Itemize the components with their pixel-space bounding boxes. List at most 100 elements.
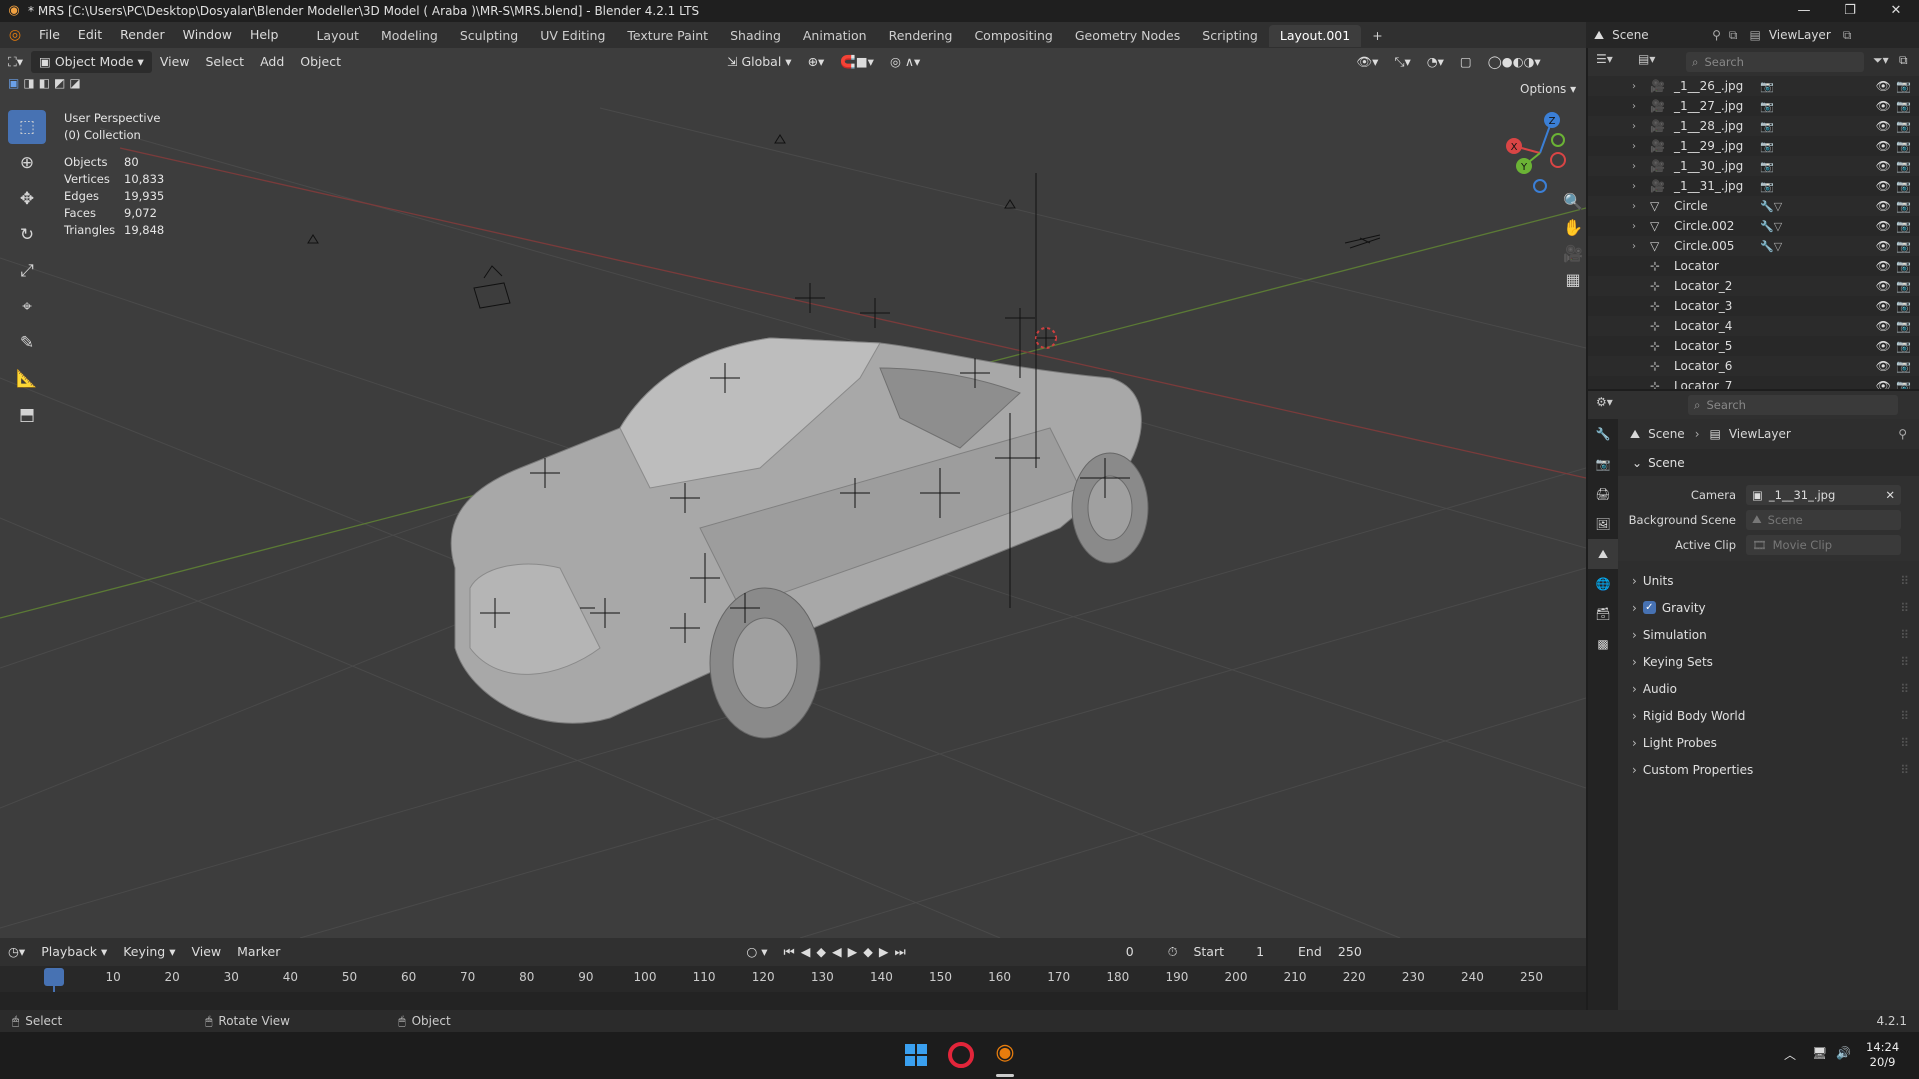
world-tab-icon[interactable]: 🌐 xyxy=(1588,569,1618,599)
maximize-button[interactable]: ❐ xyxy=(1827,0,1873,22)
xray-icon[interactable]: ▢ xyxy=(1452,51,1480,73)
options-dropdown[interactable]: Options ▾ xyxy=(1512,78,1584,100)
menu-help[interactable]: Help xyxy=(241,22,288,48)
expand-arrow-icon[interactable]: › xyxy=(1632,121,1646,132)
render-visibility-icon[interactable]: 📷 xyxy=(1896,199,1911,213)
expand-arrow-icon[interactable]: › xyxy=(1632,101,1646,112)
drag-handle-icon[interactable]: ⠿ xyxy=(1900,601,1909,615)
menu-object[interactable]: Object xyxy=(292,51,349,73)
properties-search-input[interactable]: ⌕ Search xyxy=(1688,395,1898,415)
visibility-eye-icon[interactable]: 👁 xyxy=(1876,299,1891,313)
camera-view-icon[interactable]: 🎥 xyxy=(1560,240,1586,266)
tab-compositing[interactable]: Compositing xyxy=(963,25,1063,47)
render-visibility-icon[interactable]: 📷 xyxy=(1896,119,1911,133)
render-visibility-icon[interactable]: 📷 xyxy=(1896,319,1911,333)
menu-window[interactable]: Window xyxy=(174,22,241,48)
render-visibility-icon[interactable]: 📷 xyxy=(1896,359,1911,373)
background-scene-field[interactable]: ⛰ Scene xyxy=(1746,509,1901,530)
tab-texture-paint[interactable]: Texture Paint xyxy=(616,25,719,47)
playhead[interactable] xyxy=(44,968,64,986)
opera-browser-icon[interactable] xyxy=(948,1042,974,1068)
expand-arrow-icon[interactable]: › xyxy=(1632,201,1646,212)
active-clip-field[interactable]: 🎞 Movie Clip xyxy=(1746,534,1901,555)
expand-arrow-icon[interactable]: › xyxy=(1632,161,1646,172)
expand-arrow-icon[interactable]: › xyxy=(1632,221,1646,232)
menu-select[interactable]: Select xyxy=(198,51,253,73)
add-cube-tool-icon[interactable]: ⬒ xyxy=(8,398,46,432)
render-visibility-icon[interactable]: 📷 xyxy=(1896,139,1911,153)
measure-tool-icon[interactable]: 📐 xyxy=(8,362,46,396)
output-tab-icon[interactable]: 🖨 xyxy=(1588,479,1618,509)
clock[interactable]: 14:24 20/9 xyxy=(1866,1040,1899,1070)
car-model[interactable] xyxy=(450,337,1149,739)
render-visibility-icon[interactable]: 📷 xyxy=(1896,379,1911,389)
menu-view[interactable]: View xyxy=(152,51,198,73)
viewlayer-name-field[interactable]: ViewLayer xyxy=(1769,28,1839,42)
gravity-checkbox[interactable]: ✓ xyxy=(1642,601,1656,614)
tab-shading[interactable]: Shading xyxy=(719,25,792,47)
menu-file[interactable]: File xyxy=(30,22,69,48)
select-new-icon[interactable]: ▣ xyxy=(8,76,19,90)
select-subtract-icon[interactable]: ◧ xyxy=(39,76,50,90)
editor-type-icon[interactable]: ⛶▾ xyxy=(0,51,31,73)
outliner-item[interactable]: ⊹ Locator 👁 📷 xyxy=(1588,256,1919,276)
camera-objects[interactable] xyxy=(307,134,1381,309)
pin-icon[interactable]: ⚲ xyxy=(1712,28,1721,42)
drag-handle-icon[interactable]: ⠿ xyxy=(1900,628,1909,642)
expand-arrow-icon[interactable]: › xyxy=(1632,181,1646,192)
visibility-eye-icon[interactable]: 👁 xyxy=(1876,179,1891,193)
outliner-item[interactable]: ⊹ Locator_5 👁 📷 xyxy=(1588,336,1919,356)
proportional-edit-icon[interactable]: ◎ ∧▾ xyxy=(882,51,928,73)
view-layer-tab-icon[interactable]: 🖼 xyxy=(1588,509,1618,539)
current-frame-field[interactable]: 0 xyxy=(1100,941,1160,963)
outliner-item[interactable]: › ▽ Circle.002 🔧▽ 👁 📷 xyxy=(1588,216,1919,236)
shading-modes-icon[interactable]: ◯●◐◑▾ xyxy=(1480,51,1549,73)
expand-arrow-icon[interactable]: › xyxy=(1632,241,1646,252)
timeline-area[interactable]: 0102030405060708090100110120130140150160… xyxy=(0,966,1586,1010)
playback-controls-icon[interactable]: ⏮◀◆◀▶◆▶⏭ xyxy=(776,941,920,963)
transform-orientation-dropdown[interactable]: ⇲ Global ▾ xyxy=(719,51,800,73)
menu-render[interactable]: Render xyxy=(111,22,174,48)
display-mode-icon[interactable]: ▤▾ xyxy=(1638,52,1655,66)
mode-dropdown[interactable]: ▣ Object Mode ▾ xyxy=(31,51,152,73)
visibility-eye-icon[interactable]: 👁 xyxy=(1876,199,1891,213)
stopwatch-icon[interactable]: ⏱ xyxy=(1160,941,1186,963)
outliner-search-input[interactable]: ⌕ Search xyxy=(1686,52,1864,72)
tab-layout[interactable]: Layout xyxy=(305,25,370,47)
visibility-eye-icon[interactable]: 👁 xyxy=(1876,379,1891,389)
outliner-item[interactable]: ⊹ Locator_3 👁 📷 xyxy=(1588,296,1919,316)
camera-field[interactable]: ▣ _1__31_.jpg ✕ xyxy=(1746,484,1901,505)
expand-arrow-icon[interactable]: › xyxy=(1632,81,1646,92)
expand-arrow-icon[interactable]: › xyxy=(1632,141,1646,152)
scene-panel-header[interactable]: ⌄ Scene xyxy=(1618,449,1919,476)
outliner-item[interactable]: ⊹ Locator_7 👁 📷 xyxy=(1588,376,1919,389)
start-frame-field[interactable]: 1 xyxy=(1232,941,1272,963)
render-visibility-icon[interactable]: 📷 xyxy=(1896,259,1911,273)
panel-rigid-body-world[interactable]: › Rigid Body World ⠿ xyxy=(1618,702,1919,729)
render-visibility-icon[interactable]: 📷 xyxy=(1896,299,1911,313)
outliner-item[interactable]: ⊹ Locator_6 👁 📷 xyxy=(1588,356,1919,376)
timeline-menu-view[interactable]: View xyxy=(183,941,229,963)
zoom-icon[interactable]: 🔍 xyxy=(1560,188,1586,214)
collection-tab-icon[interactable]: 🗃 xyxy=(1588,599,1618,629)
render-visibility-icon[interactable]: 📷 xyxy=(1896,99,1911,113)
outliner-item[interactable]: ⊹ Locator_2 👁 📷 xyxy=(1588,276,1919,296)
scene-name-field[interactable]: Scene xyxy=(1612,28,1682,42)
blender-taskbar-icon[interactable]: ◉ xyxy=(990,1040,1020,1070)
properties-editor-icon[interactable]: ⚙▾ xyxy=(1596,395,1613,409)
panel-gravity[interactable]: › ✓ Gravity ⠿ xyxy=(1618,594,1919,621)
timeline-editor-icon[interactable]: ◷▾ xyxy=(0,941,33,963)
visibility-eye-icon[interactable]: 👁 xyxy=(1876,239,1891,253)
panel-audio[interactable]: › Audio ⠿ xyxy=(1618,675,1919,702)
timeline-menu-keying[interactable]: Keying ▾ xyxy=(115,941,183,963)
panel-keying-sets[interactable]: › Keying Sets ⠿ xyxy=(1618,648,1919,675)
add-workspace-button[interactable]: + xyxy=(1361,25,1393,47)
texture-tab-icon[interactable]: ▩ xyxy=(1588,629,1618,659)
outliner-item[interactable]: › ▽ Circle 🔧▽ 👁 📷 xyxy=(1588,196,1919,216)
visibility-eye-icon[interactable]: 👁 xyxy=(1876,139,1891,153)
filter-icon[interactable]: ⏷▾ xyxy=(1873,53,1889,68)
3d-viewport[interactable]: ⛶▾ ▣ Object Mode ▾ View Select Add Objec… xyxy=(0,48,1586,938)
visibility-eye-icon[interactable]: 👁 xyxy=(1876,159,1891,173)
windows-start-icon[interactable] xyxy=(905,1044,927,1066)
tab-rendering[interactable]: Rendering xyxy=(878,25,964,47)
